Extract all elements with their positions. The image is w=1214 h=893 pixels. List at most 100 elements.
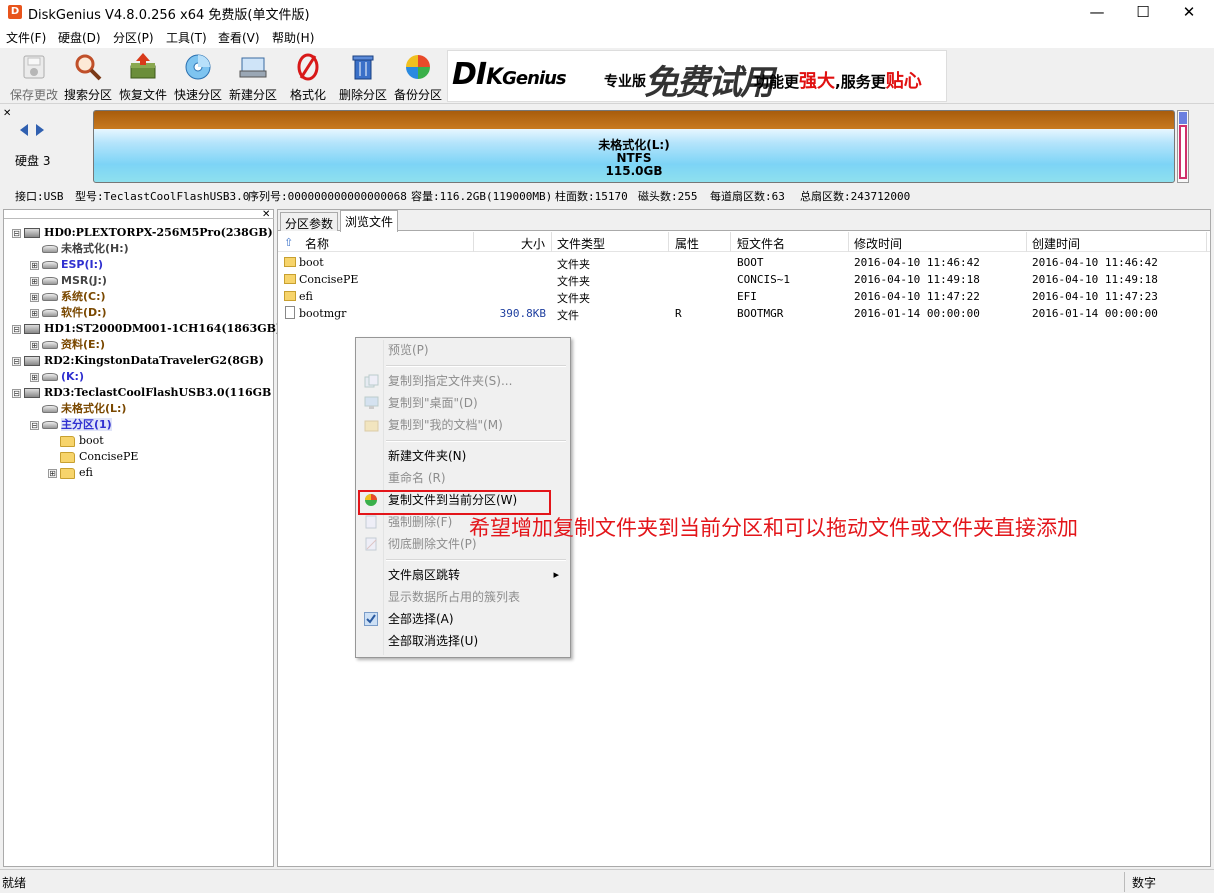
recover-files-button[interactable]: 恢复文件 — [115, 50, 171, 102]
tree-partition-node[interactable]: 未格式化(H:) — [30, 241, 129, 257]
col-created[interactable]: 创建时间 — [1032, 235, 1080, 252]
menu-file[interactable]: 文件(F) — [6, 29, 46, 46]
tab-browse-files[interactable]: 浏览文件 — [340, 210, 399, 232]
context-menu-item[interactable]: 复制到"桌面"(D) — [359, 393, 567, 413]
tree-disk-node[interactable]: ⊟ RD3:TeclastCoolFlashUSB3.0(116GB — [12, 385, 271, 401]
context-menu-item[interactable]: 全部取消选择(U) — [359, 631, 567, 651]
tree-disk-node[interactable]: ⊟ RD2:KingstonDataTravelerG2(8GB) — [12, 353, 264, 369]
prev-disk-arrow-icon[interactable] — [20, 124, 28, 136]
tree-expander-icon[interactable]: ⊞ — [48, 468, 57, 478]
backup-partition-button[interactable]: 备份分区 — [390, 50, 446, 102]
promo-banner[interactable]: DIKGenius 专业版 免费试用 功能更强大,服务更贴心 — [447, 50, 947, 102]
file-type: 文件 — [557, 309, 579, 322]
disk-label: 硬盘 3 — [15, 154, 51, 168]
tree-partition-node[interactable]: ⊞ ESP(I:) — [30, 257, 103, 273]
context-menu-item[interactable]: 全部选择(A) — [359, 609, 567, 629]
tree-partition-node[interactable]: 未格式化(L:) — [30, 401, 126, 417]
tree-folder-node[interactable]: ⊞ efi — [48, 465, 93, 481]
file-row[interactable]: efi 文件夹 EFI 2016-04-10 11:47:22 2016-04-10 1… — [278, 288, 1210, 305]
col-attributes[interactable]: 属性 — [675, 235, 699, 252]
tree-expander-icon[interactable]: ⊞ — [30, 276, 39, 286]
scrollbar-thumb[interactable] — [1179, 125, 1187, 179]
context-menu-item[interactable]: 新建文件夹(N) — [359, 446, 567, 466]
tree-expander-icon[interactable]: ⊟ — [12, 324, 21, 334]
tree-expander-icon[interactable]: ⊞ — [30, 308, 39, 318]
tree-node-label: efi — [79, 466, 93, 479]
scrollbar-top-segment — [1179, 112, 1187, 124]
tree-disk-node[interactable]: ⊟ HD0:PLEXTORPX-256M5Pro(238GB) — [12, 225, 273, 241]
menu-help[interactable]: 帮助(H) — [272, 29, 314, 46]
col-name[interactable]: 名称 — [305, 235, 329, 252]
partition-bar[interactable]: 未格式化(L:) NTFS 115.0GB — [93, 110, 1175, 183]
tree-partition-node[interactable]: ⊞ (K:) — [30, 369, 84, 385]
tree-node-label: 主分区(1) — [61, 418, 112, 431]
context-menu-item[interactable]: 复制到指定文件夹(S)... — [359, 371, 567, 391]
info-capacity: 容量:116.2GB(119000MB) — [411, 190, 553, 203]
new-partition-button[interactable]: 新建分区 — [225, 50, 281, 102]
partition-icon — [42, 277, 58, 285]
info-sectors-per-track: 每道扇区数:63 — [710, 190, 785, 203]
tree-node-label: MSR(J:) — [61, 274, 107, 287]
tree-expander-icon[interactable]: ⊟ — [30, 420, 39, 430]
close-tree-icon[interactable]: ✕ — [262, 209, 270, 220]
file-row[interactable]: boot 文件夹 BOOT 2016-04-10 11:46:42 2016-04-10… — [278, 254, 1210, 271]
context-menu-item[interactable]: 文件扇区跳转 ▸ — [359, 565, 567, 585]
tree-node-label: ConcisePE — [79, 450, 139, 463]
save-changes-button[interactable]: 保存更改 — [6, 50, 62, 102]
context-menu-item[interactable]: 重命名 (R) — [359, 468, 567, 488]
close-disk-map-icon[interactable]: ✕ — [3, 108, 11, 119]
context-menu-label: 文件扇区跳转 — [388, 568, 461, 582]
col-short-name[interactable]: 短文件名 — [737, 235, 785, 252]
context-menu-item[interactable]: 预览(P) — [359, 340, 567, 360]
delete-partition-button[interactable]: 删除分区 — [335, 50, 391, 102]
tree-folder-node[interactable]: boot — [48, 433, 104, 449]
minimize-button[interactable]: — — [1074, 0, 1120, 26]
tree-expander-icon[interactable]: ⊞ — [30, 372, 39, 382]
search-partition-button[interactable]: 搜索分区 — [60, 50, 116, 102]
tree-partition-node[interactable]: ⊞ 软件(D:) — [30, 305, 107, 321]
next-disk-arrow-icon[interactable] — [36, 124, 44, 136]
file-row[interactable]: ConcisePE 文件夹 CONCIS~1 2016-04-10 11:49:18 2… — [278, 271, 1210, 288]
file-row[interactable]: bootmgr 390.8KB 文件 R BOOTMGR 2016-01-14 00:00… — [278, 305, 1210, 322]
menu-disk[interactable]: 硬盘(D) — [58, 29, 101, 46]
toolbar: 保存更改 搜索分区 恢复文件 快速分区 新建分区 格式化 删除分区 备份分区 D… — [0, 48, 1214, 104]
tree-expander-icon[interactable]: ⊟ — [12, 228, 21, 238]
quick-partition-button[interactable]: 快速分区 — [170, 50, 226, 102]
tree-disk-node[interactable]: ⊟ HD1:ST2000DM001-1CH164(1863GB) — [12, 321, 281, 337]
context-menu-label: 预览(P) — [388, 343, 429, 357]
tree-expander-icon[interactable]: ⊞ — [30, 260, 39, 270]
menu-tools[interactable]: 工具(T) — [166, 29, 207, 46]
tree-expander-icon[interactable]: ⊞ — [30, 292, 39, 302]
col-type[interactable]: 文件类型 — [557, 235, 605, 252]
partition-icon — [42, 261, 58, 269]
context-menu-item[interactable]: 复制到"我的文档"(M) — [359, 415, 567, 435]
tree-expander-icon[interactable]: ⊞ — [30, 340, 39, 350]
menu-partition[interactable]: 分区(P) — [113, 29, 154, 46]
file-size: 390.8KB — [499, 307, 546, 320]
file-name: efi — [299, 290, 313, 303]
context-menu-item[interactable]: 显示数据所占用的簇列表 — [359, 587, 567, 607]
partition-icon — [42, 373, 58, 381]
tree-partition-node[interactable]: ⊞ MSR(J:) — [30, 273, 107, 289]
maximize-button[interactable]: ☐ — [1120, 0, 1166, 26]
col-size[interactable]: 大小 — [521, 235, 545, 252]
tree-partition-node[interactable]: ⊟ 主分区(1) — [30, 417, 112, 433]
col-modified[interactable]: 修改时间 — [854, 235, 902, 252]
annotation-text: 希望增加复制文件夹到当前分区和可以拖动文件或文件夹直接添加 — [469, 516, 1078, 540]
up-folder-icon[interactable]: ⇧ — [284, 236, 293, 249]
tree-expander-icon[interactable]: ⊟ — [12, 356, 21, 366]
menu-view[interactable]: 查看(V) — [218, 29, 260, 46]
tree-partition-node[interactable]: ⊞ 系统(C:) — [30, 289, 106, 305]
menu-separator — [386, 559, 566, 561]
tree-node-label: (K:) — [61, 370, 84, 383]
diskgenius-logo: DIKGenius — [452, 57, 567, 92]
close-button[interactable]: ✕ — [1166, 0, 1212, 26]
file-created: 2016-04-10 11:46:42 — [1032, 256, 1158, 269]
tree-partition-node[interactable]: ⊞ 资料(E:) — [30, 337, 105, 353]
delete-partition-icon — [348, 52, 378, 82]
tree-expander-icon[interactable]: ⊟ — [12, 388, 21, 398]
format-button[interactable]: 格式化 — [280, 50, 336, 102]
disk-map-scrollbar[interactable] — [1177, 110, 1189, 183]
tab-partition-params[interactable]: 分区参数 — [280, 212, 339, 231]
tree-folder-node[interactable]: ConcisePE — [48, 449, 138, 465]
